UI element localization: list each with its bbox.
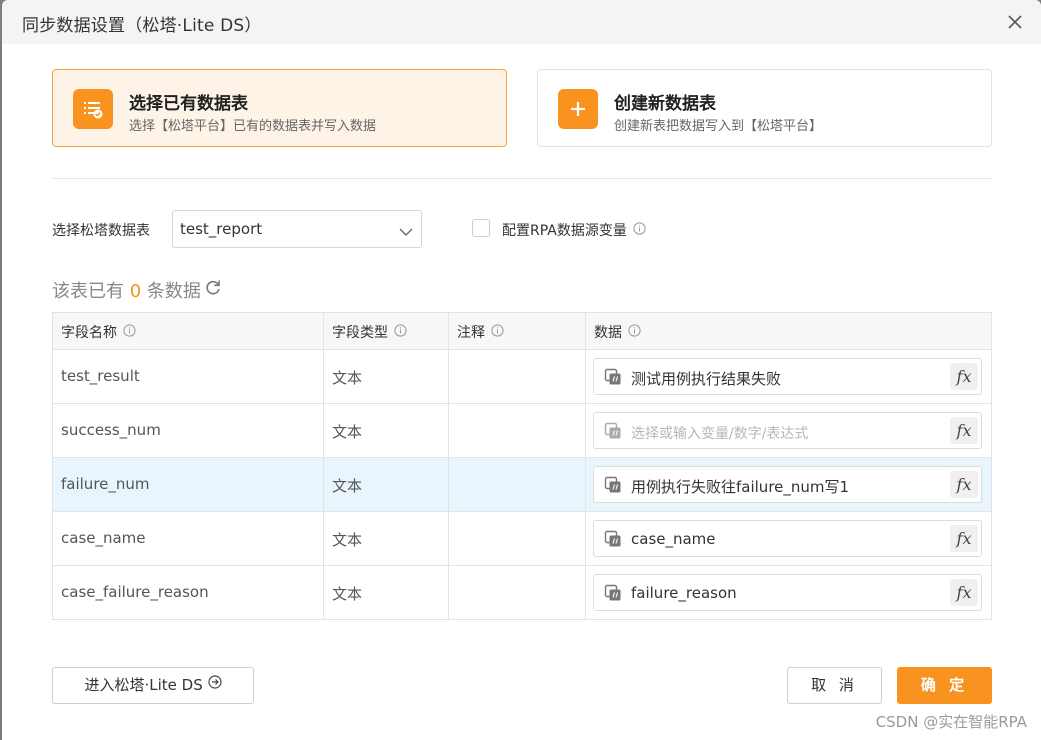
data-value: 用例执行失败往failure_num写1 bbox=[631, 478, 850, 496]
dialog-header: 同步数据设置（松塔·Lite DS） bbox=[2, 0, 1041, 44]
variable-icon[interactable] bbox=[604, 530, 622, 552]
field-note-cell bbox=[449, 512, 586, 566]
field-name-cell: case_failure_reason bbox=[53, 566, 324, 620]
cancel-button[interactable]: 取 消 bbox=[787, 667, 882, 704]
card-title: 创建新数据表 bbox=[614, 94, 716, 114]
fx-button[interactable]: fx bbox=[950, 417, 978, 444]
data-value: 测试用例执行结果失败 bbox=[631, 370, 782, 388]
info-icon[interactable] bbox=[633, 221, 646, 239]
table-select-value: test_report bbox=[180, 220, 263, 238]
field-data-cell: 用例执行失败往failure_num写1 fx bbox=[586, 458, 992, 512]
create-new-table-card[interactable]: 创建新数据表 创建新表把数据写入到【松塔平台】 bbox=[537, 69, 992, 147]
rpa-var-label-text: 配置RPA数据源变量 bbox=[502, 223, 627, 239]
field-type-cell: 文本 bbox=[324, 512, 449, 566]
list-check-icon bbox=[73, 89, 113, 129]
table-row: failure_num 文本 用例执行失败往failure_num写1 fx bbox=[53, 458, 992, 512]
info-icon[interactable] bbox=[491, 323, 504, 341]
row-count-text: 该表已有 0 条数据 bbox=[52, 277, 201, 303]
field-name-cell: test_result bbox=[53, 350, 324, 404]
card-subtitle: 创建新表把数据写入到【松塔平台】 bbox=[614, 119, 823, 134]
table-header-row: 字段名称 字段类型 注释 数据 bbox=[53, 313, 992, 350]
table-row: test_result 文本 测试用例执行结果失败 fx bbox=[53, 350, 992, 404]
close-icon[interactable] bbox=[1005, 12, 1025, 32]
header-label: 字段名称 bbox=[61, 325, 117, 341]
enter-lite-ds-button[interactable]: 进入松塔·Lite DS bbox=[52, 667, 254, 704]
select-existing-table-card[interactable]: 选择已有数据表 选择【松塔平台】已有的数据表并写入数据 bbox=[52, 69, 507, 147]
rpa-var-label: 配置RPA数据源变量 bbox=[502, 220, 646, 240]
data-input[interactable]: 用例执行失败往failure_num写1 fx bbox=[593, 466, 982, 503]
field-note-cell bbox=[449, 566, 586, 620]
field-data-cell: case_name fx bbox=[586, 512, 992, 566]
row-count-number: 0 bbox=[129, 281, 142, 302]
field-type-cell: 文本 bbox=[324, 350, 449, 404]
data-input[interactable]: 测试用例执行结果失败 fx bbox=[593, 358, 982, 395]
table-row: case_name 文本 case_name fx bbox=[53, 512, 992, 566]
data-input[interactable]: case_name fx bbox=[593, 520, 982, 557]
data-placeholder: 选择或输入变量/数字/表达式 bbox=[631, 426, 809, 442]
field-note-cell bbox=[449, 350, 586, 404]
field-data-cell: 选择或输入变量/数字/表达式 fx bbox=[586, 404, 992, 458]
arrow-right-circle-icon bbox=[207, 667, 222, 702]
variable-icon[interactable] bbox=[604, 584, 622, 606]
header-note: 注释 bbox=[449, 313, 586, 350]
field-type-cell: 文本 bbox=[324, 458, 449, 512]
field-name-cell: failure_num bbox=[53, 458, 324, 512]
confirm-button[interactable]: 确 定 bbox=[897, 667, 992, 704]
data-value: case_name bbox=[631, 530, 716, 548]
info-icon[interactable] bbox=[394, 323, 407, 341]
variable-icon[interactable] bbox=[604, 422, 622, 444]
table-select-label: 选择松塔数据表 bbox=[52, 223, 150, 239]
card-title: 选择已有数据表 bbox=[129, 94, 248, 114]
row-count-prefix: 该表已有 bbox=[52, 281, 124, 302]
field-name-cell: case_name bbox=[53, 512, 324, 566]
variable-icon[interactable] bbox=[604, 368, 622, 390]
plus-icon bbox=[558, 89, 598, 129]
field-name-cell: success_num bbox=[53, 404, 324, 458]
fx-button[interactable]: fx bbox=[950, 471, 978, 498]
enter-lite-ds-label: 进入松塔·Lite DS bbox=[84, 676, 203, 694]
data-input[interactable]: failure_reason fx bbox=[593, 574, 982, 611]
watermark: CSDN @实在智能RPA bbox=[875, 713, 1027, 731]
divider bbox=[52, 178, 992, 179]
sync-settings-dialog: 同步数据设置（松塔·Lite DS） 选择已有数据表 选择【松塔平台】已有的数据… bbox=[2, 0, 1041, 740]
field-note-cell bbox=[449, 458, 586, 512]
table-row: success_num 文本 选择或输入变量/数字/表达式 fx bbox=[53, 404, 992, 458]
header-label: 数据 bbox=[594, 325, 622, 341]
header-data: 数据 bbox=[586, 313, 992, 350]
rpa-var-checkbox[interactable] bbox=[472, 219, 490, 237]
header-label: 注释 bbox=[457, 325, 485, 341]
field-note-cell bbox=[449, 404, 586, 458]
card-subtitle: 选择【松塔平台】已有的数据表并写入数据 bbox=[129, 119, 377, 134]
field-type-cell: 文本 bbox=[324, 566, 449, 620]
header-field-name: 字段名称 bbox=[53, 313, 324, 350]
table-row: case_failure_reason 文本 failure_reason fx bbox=[53, 566, 992, 620]
field-type-cell: 文本 bbox=[324, 404, 449, 458]
field-mapping-table: 字段名称 字段类型 注释 数据 test_result 文本 测试用例执行结果失… bbox=[52, 312, 992, 620]
header-field-type: 字段类型 bbox=[324, 313, 449, 350]
row-count-suffix: 条数据 bbox=[146, 281, 201, 302]
info-icon[interactable] bbox=[123, 323, 136, 341]
fx-button[interactable]: fx bbox=[950, 579, 978, 606]
field-data-cell: failure_reason fx bbox=[586, 566, 992, 620]
field-data-cell: 测试用例执行结果失败 fx bbox=[586, 350, 992, 404]
fx-button[interactable]: fx bbox=[950, 525, 978, 552]
header-label: 字段类型 bbox=[332, 325, 388, 341]
table-select-dropdown[interactable]: test_report bbox=[172, 210, 422, 248]
variable-icon[interactable] bbox=[604, 476, 622, 498]
fx-button[interactable]: fx bbox=[950, 363, 978, 390]
data-input[interactable]: 选择或输入变量/数字/表达式 fx bbox=[593, 412, 982, 449]
dialog-title: 同步数据设置（松塔·Lite DS） bbox=[22, 16, 262, 36]
info-icon[interactable] bbox=[628, 323, 641, 341]
chevron-down-icon bbox=[399, 223, 413, 242]
refresh-icon[interactable] bbox=[204, 278, 222, 300]
data-value: failure_reason bbox=[631, 584, 737, 602]
